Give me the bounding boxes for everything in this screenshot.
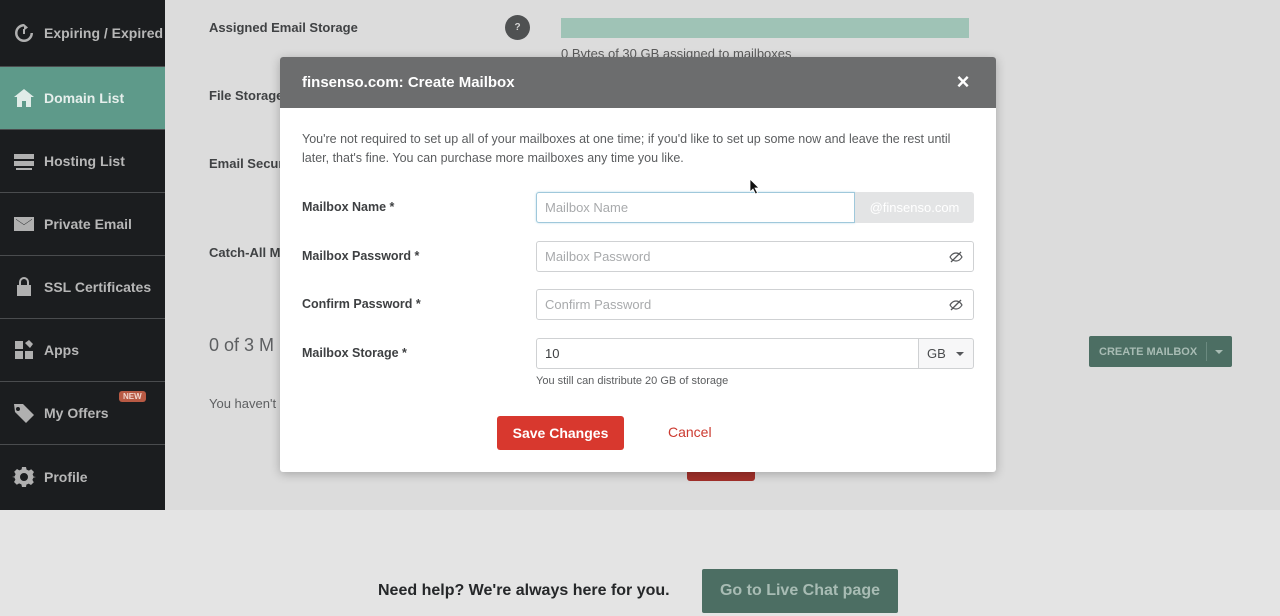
confirm-password-input[interactable] [537,290,973,319]
envelope-icon [12,212,36,236]
confirm-password-field[interactable] [536,289,974,320]
help-question-icon[interactable]: ? [505,15,530,40]
domain-suffix: @finsenso.com [855,192,974,223]
sidebar-item-label: My Offers [44,405,109,421]
confirm-password-label: Confirm Password * [302,297,421,311]
eye-slash-icon[interactable] [949,298,963,312]
button-separator [1206,342,1207,361]
mailbox-password-field[interactable] [536,241,974,272]
create-mailbox-modal: finsenso.com: Create Mailbox × You're no… [280,57,996,472]
mailbox-name-field[interactable] [536,192,855,223]
new-badge: NEW [119,391,146,402]
live-chat-button[interactable]: Go to Live Chat page [702,569,898,613]
modal-title: finsenso.com: Create Mailbox [302,74,515,91]
chevron-down-icon[interactable] [1215,350,1223,354]
gear-icon [12,465,36,489]
sidebar-item-my-offers[interactable]: My Offers NEW [0,382,165,445]
sidebar-item-label: Hosting List [44,153,125,169]
mailbox-storage-input[interactable] [537,339,918,368]
lock-icon [12,275,36,299]
modal-header: finsenso.com: Create Mailbox × [280,57,996,108]
mailbox-count-text: 0 of 3 M [209,335,275,355]
mouse-cursor-icon [750,179,760,195]
sidebar-item-apps[interactable]: Apps [0,319,165,382]
mailbox-storage-field[interactable] [536,338,919,369]
file-storage-label: File Storage [209,88,284,103]
home-icon [12,86,36,110]
sidebar: Expiring / Expired Domain List Hosting L… [0,0,173,510]
mailbox-name-input[interactable] [537,193,854,222]
sidebar-item-label: Expiring / Expired [44,25,164,41]
sidebar-item-label: Profile [44,468,88,485]
footer: Need help? We're always here for you. Go… [0,510,1280,616]
eye-slash-icon[interactable] [949,250,963,264]
timer-icon [12,21,36,45]
no-mailboxes-text: You haven't [209,396,277,411]
mailbox-storage-label: Mailbox Storage * [302,346,407,360]
mailbox-password-input[interactable] [537,242,973,271]
storage-unit-value: GB [927,346,946,361]
sidebar-item-label: Domain List [44,90,125,106]
mailbox-password-label: Mailbox Password * [302,249,420,263]
sidebar-item-expiring[interactable]: Expiring / Expired [0,0,165,67]
apps-grid-icon [12,338,36,362]
close-icon[interactable]: × [952,71,974,93]
assigned-email-storage-label: Assigned Email Storage [209,20,358,35]
sidebar-item-label: Private Email [44,216,132,232]
sidebar-item-label: SSL Certificates [44,279,152,295]
save-changes-button[interactable]: Save Changes [497,416,624,450]
server-icon [12,149,36,173]
mailbox-name-label: Mailbox Name * [302,200,395,214]
sidebar-item-private-email[interactable]: Private Email [0,193,165,256]
sidebar-item-label: Apps [44,342,79,358]
sidebar-item-domain-list[interactable]: Domain List [0,67,173,130]
cancel-button[interactable]: Cancel [668,424,712,440]
storage-hint-text: You still can distribute 20 GB of storag… [536,375,729,387]
chevron-down-icon [956,352,964,356]
storage-progress-bar [561,18,969,38]
catch-all-label: Catch-All M [209,245,281,260]
create-mailbox-label: CREATE MAILBOX [1099,345,1198,358]
help-text: Need help? We're always here for you. [378,582,670,599]
create-mailbox-button[interactable]: CREATE MAILBOX [1089,336,1232,367]
sidebar-item-hosting-list[interactable]: Hosting List [0,130,165,193]
email-security-label: Email Secur [209,156,284,171]
storage-unit-select[interactable]: GB [918,338,974,369]
sidebar-item-ssl-certificates[interactable]: SSL Certificates [0,256,165,319]
tag-icon [12,401,36,425]
sidebar-item-profile[interactable]: Profile [0,445,165,508]
modal-intro-text: You're not required to set up all of you… [302,132,951,165]
